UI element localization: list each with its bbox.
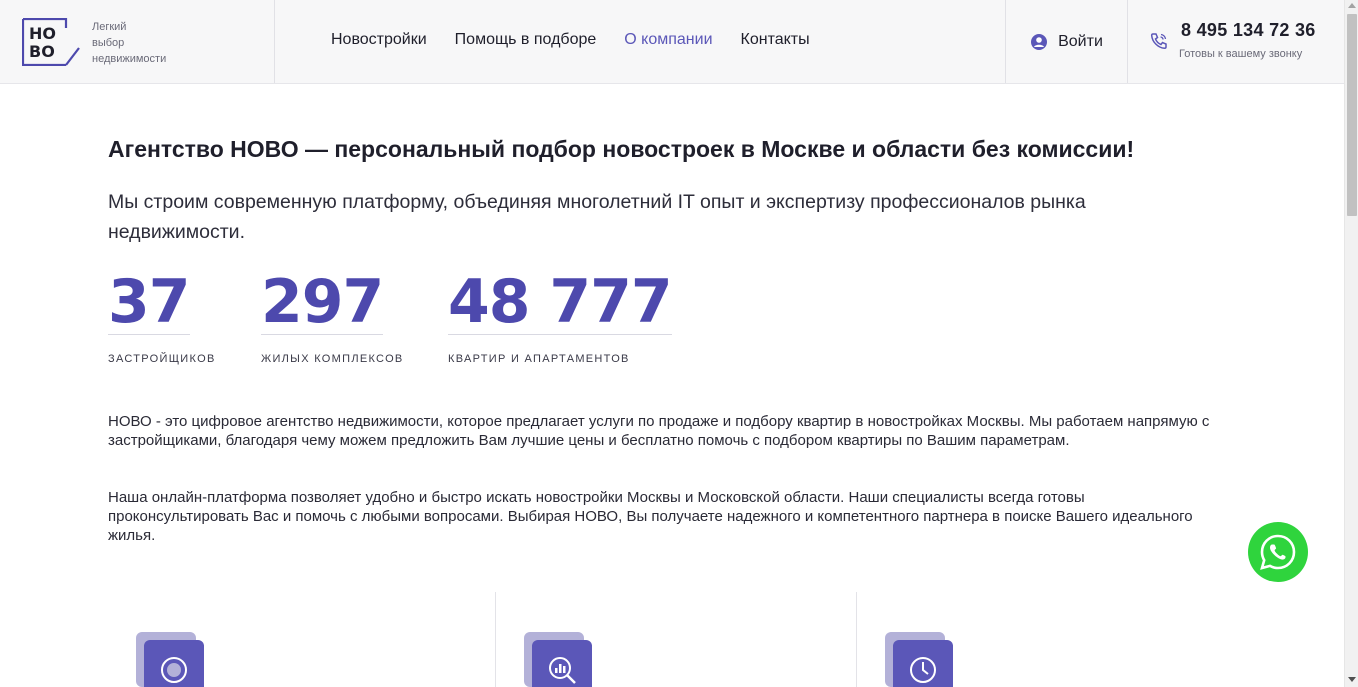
logo-tagline-line: недвижимости: [92, 53, 167, 65]
scroll-down-arrow-icon[interactable]: [1348, 677, 1356, 682]
feature-search: [524, 632, 592, 687]
user-icon: [1031, 33, 1048, 50]
phone-subtitle: Готовы к вашему звонку: [1179, 48, 1303, 60]
scroll-thumb[interactable]: [1347, 14, 1357, 216]
phone-icon: [1150, 33, 1167, 50]
nav-item-contacts[interactable]: Контакты: [741, 31, 810, 49]
stat-developers: 37 ЗАСТРОЙЩИКОВ: [108, 270, 216, 365]
stat-value: 48 777: [448, 267, 673, 337]
search-chart-icon: [549, 657, 576, 684]
login-button[interactable]: Войти: [1005, 0, 1128, 83]
logo-link[interactable]: НО ВО Легкий выбор недвижимости: [0, 0, 275, 83]
feature-divider: [856, 592, 857, 687]
feature-time: [885, 632, 953, 687]
clock-icon: [910, 657, 936, 683]
feature-divider: [495, 592, 496, 687]
stat-label: ЗАСТРОЙЩИКОВ: [108, 353, 216, 365]
logo-tagline: Легкий выбор недвижимости: [92, 19, 166, 67]
main-nav: Новостройки Помощь в подборе О компании …: [331, 31, 810, 49]
about-paragraph: НОВО - это цифровое агентство недвижимос…: [108, 413, 1210, 449]
stat-complexes: 297 ЖИЛЫХ КОМПЛЕКСОВ: [261, 270, 404, 365]
whatsapp-button[interactable]: [1248, 522, 1308, 582]
phone-contact[interactable]: 8 495 134 72 36 Готовы к вашему звонку: [1150, 20, 1330, 64]
svg-text:ВО: ВО: [29, 42, 55, 61]
nav-item-help[interactable]: Помощь в подборе: [455, 31, 597, 49]
page-subtitle: Мы строим современную платформу, объедин…: [108, 191, 1086, 243]
stat-value: 37: [108, 267, 190, 337]
logo-icon: НО ВО: [22, 18, 80, 66]
stat-label: ЖИЛЫХ КОМПЛЕКСОВ: [261, 353, 404, 365]
feature-target: [136, 632, 204, 687]
login-label: Войти: [1058, 32, 1103, 50]
nav-item-about[interactable]: О компании: [624, 31, 712, 49]
stat-apartments: 48 777 КВАРТИР И АПАРТАМЕНТОВ: [448, 267, 673, 365]
about-paragraph: Наша онлайн-платформа позволяет удобно и…: [108, 489, 1193, 544]
logo-tagline-line: выбор: [92, 37, 125, 49]
page-title: Агентство НОВО — персональный подбор нов…: [108, 136, 1135, 162]
site-header: НО ВО Легкий выбор недвижимости Новостро…: [0, 0, 1344, 84]
page-scrollbar[interactable]: [1344, 0, 1358, 687]
nav-item-novostroyki[interactable]: Новостройки: [331, 31, 427, 49]
target-icon: [161, 657, 187, 683]
scroll-up-arrow-icon[interactable]: [1348, 3, 1356, 8]
stat-value: 297: [261, 267, 384, 337]
svg-text:НО: НО: [29, 24, 56, 43]
whatsapp-icon: [1260, 534, 1296, 570]
logo-tagline-line: Легкий: [92, 21, 127, 33]
phone-number[interactable]: 8 495 134 72 36: [1181, 20, 1316, 41]
stat-label: КВАРТИР И АПАРТАМЕНТОВ: [448, 353, 630, 365]
